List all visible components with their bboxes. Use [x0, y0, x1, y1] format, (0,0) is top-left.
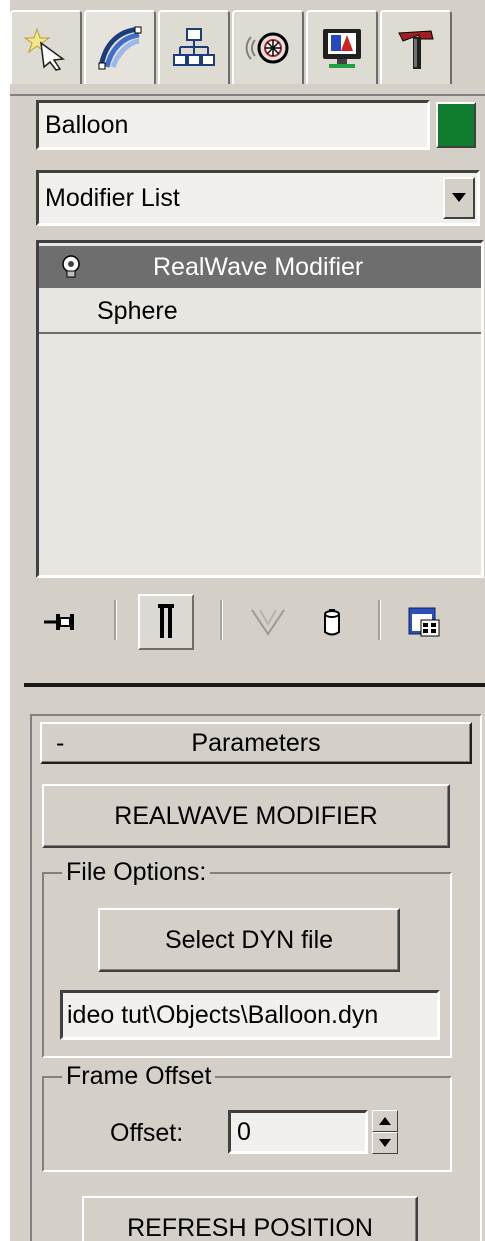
toolbar-separator: [114, 600, 117, 640]
create-icon: [23, 27, 66, 71]
display-icon: [323, 29, 361, 68]
object-color-swatch[interactable]: [436, 102, 476, 148]
modifier-stack: RealWave Modifier Sphere: [36, 240, 484, 578]
configure-modifier-sets-button[interactable]: [396, 594, 452, 650]
spinner-down-button[interactable]: [372, 1132, 398, 1154]
tab-hierarchy[interactable]: [158, 10, 230, 84]
motion-icon: [245, 32, 289, 64]
modifier-list-label: Modifier List: [45, 184, 180, 212]
lightbulb-icon[interactable]: [57, 253, 85, 281]
remove-modifier-button[interactable]: [304, 594, 360, 650]
select-dyn-file-button[interactable]: Select DYN file: [98, 908, 400, 972]
make-unique-icon: [251, 609, 285, 636]
frame-offset-title: Frame Offset: [62, 1062, 216, 1090]
utilities-icon: [398, 30, 434, 69]
tab-utilities[interactable]: [380, 10, 452, 84]
arrow-up-icon: [379, 1117, 391, 1125]
tab-modify[interactable]: [84, 10, 156, 84]
modifier-list-dropdown[interactable]: Modifier List: [36, 170, 480, 226]
dropdown-arrow-button[interactable]: [443, 177, 475, 219]
offset-input[interactable]: 0: [228, 1110, 368, 1154]
command-panel-tabs: [10, 10, 485, 96]
show-end-result-icon: [158, 604, 174, 638]
offset-label: Offset:: [110, 1119, 184, 1147]
spinner-up-button[interactable]: [372, 1110, 398, 1132]
toolbar-separator: [220, 600, 223, 640]
file-options-title: File Options:: [62, 858, 211, 886]
modify-icon: [98, 26, 142, 70]
stack-item-realwave-modifier[interactable]: RealWave Modifier: [39, 246, 481, 288]
tab-create[interactable]: [10, 10, 82, 84]
chevron-down-icon: [452, 193, 466, 202]
stack-toolbar: [10, 590, 485, 656]
collapse-indicator: -: [56, 729, 65, 757]
remove-modifier-icon: [324, 609, 340, 636]
pin-stack-button[interactable]: [32, 594, 88, 650]
tabs-divider: [10, 94, 485, 96]
tab-motion[interactable]: [232, 10, 304, 84]
pin-stack-icon: [44, 614, 74, 630]
refresh-position-button[interactable]: REFRESH POSITION: [82, 1196, 418, 1241]
show-end-result-button[interactable]: [138, 594, 194, 650]
rollout-title: Parameters: [191, 729, 321, 757]
realwave-modifier-button[interactable]: REALWAVE MODIFIER: [42, 784, 450, 848]
dyn-file-path-field[interactable]: ideo tut\Objects\Balloon.dyn: [60, 990, 440, 1040]
hierarchy-icon: [173, 28, 215, 66]
tab-display[interactable]: [306, 10, 378, 84]
stack-item-label: Sphere: [97, 297, 178, 325]
stack-item-sphere[interactable]: Sphere: [39, 290, 481, 334]
make-unique-button[interactable]: [240, 594, 296, 650]
arrow-down-icon: [379, 1139, 391, 1147]
command-panel: Balloon Modifier List RealWave Modifier …: [10, 0, 485, 1241]
toolbar-separator: [378, 600, 381, 640]
offset-spinner[interactable]: [372, 1110, 398, 1154]
object-name-field[interactable]: Balloon: [36, 100, 430, 150]
panel-separator: [24, 683, 485, 687]
configure-modifier-sets-icon: [408, 607, 440, 637]
stack-item-label: RealWave Modifier: [153, 253, 364, 281]
parameters-rollout-header[interactable]: Parameters -: [40, 722, 472, 764]
